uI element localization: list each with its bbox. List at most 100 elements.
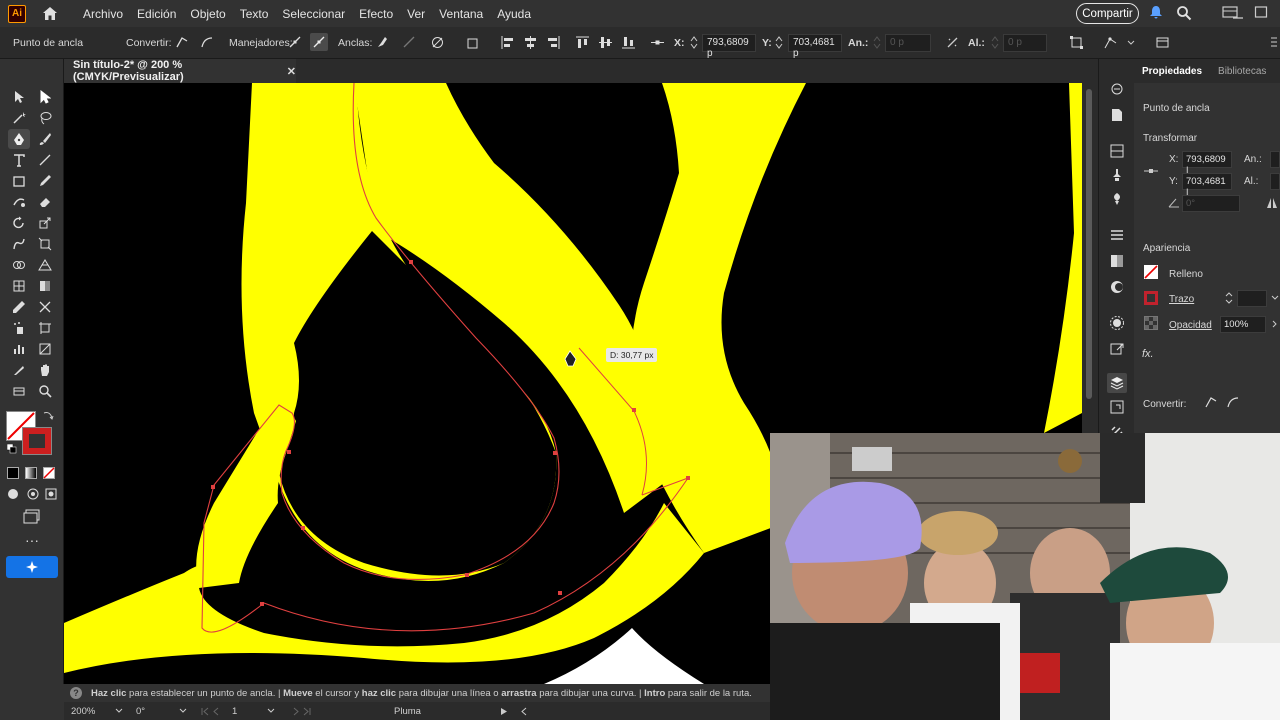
chevron-down-icon[interactable] — [178, 706, 188, 716]
gradient-mode-icon[interactable] — [25, 467, 37, 479]
knife-tool-icon[interactable] — [8, 360, 30, 380]
artboard-tool-icon[interactable] — [34, 318, 56, 338]
opacity-label[interactable]: Opacidad — [1169, 320, 1212, 331]
align-left-icon[interactable] — [500, 35, 515, 50]
menu-archivo[interactable]: Archivo — [76, 7, 130, 21]
color-panel-icon[interactable] — [1109, 279, 1125, 295]
w-field[interactable]: 0 p — [885, 34, 931, 52]
stroke-label[interactable]: Trazo — [1169, 294, 1194, 305]
stroke-swatch[interactable] — [22, 427, 52, 455]
stroke-swatch-panel[interactable] — [1144, 291, 1158, 305]
menu-objeto[interactable]: Objeto — [183, 7, 232, 21]
export-icon[interactable] — [1109, 341, 1125, 357]
y-field[interactable]: 703,4681 p — [788, 34, 842, 59]
chevron-down-icon[interactable] — [266, 706, 276, 716]
chevron-down-icon[interactable] — [1270, 293, 1280, 303]
artboard-next-icon[interactable] — [282, 707, 312, 716]
x-stepper-icon[interactable] — [689, 35, 699, 50]
draw-behind-icon[interactable] — [26, 487, 40, 501]
panel-options-icon[interactable] — [1155, 35, 1170, 50]
rotation-value[interactable]: 0° — [136, 706, 145, 717]
layers-icon[interactable] — [1107, 373, 1127, 393]
stroke-stepper-icon[interactable] — [1224, 291, 1234, 305]
mesh-tool-icon[interactable] — [8, 276, 30, 296]
align-right-icon[interactable] — [546, 35, 561, 50]
direct-selection-tool-icon[interactable] — [34, 87, 56, 107]
document-icon[interactable] — [1109, 107, 1125, 123]
menu-efecto[interactable]: Efecto — [352, 7, 400, 21]
convert-smooth-icon[interactable] — [1226, 395, 1240, 409]
prop-w-field[interactable] — [1270, 151, 1280, 168]
more-options-icon[interactable] — [1268, 35, 1280, 50]
lasso-tool-icon[interactable] — [34, 108, 56, 128]
pen-tool-icon[interactable] — [8, 129, 30, 149]
line-tool-icon[interactable] — [34, 150, 56, 170]
align-panel-icon[interactable] — [1109, 227, 1125, 243]
isolate-icon[interactable] — [466, 35, 481, 50]
fill-none-swatch[interactable] — [1144, 265, 1158, 279]
flip-icon[interactable] — [1266, 197, 1278, 209]
menu-ventana[interactable]: Ventana — [432, 7, 490, 21]
maximize-icon[interactable] — [1254, 5, 1270, 21]
chevron-left-icon[interactable] — [520, 707, 528, 716]
close-icon[interactable]: ✕ — [287, 65, 296, 78]
y-stepper-icon[interactable] — [774, 35, 784, 50]
zoom-tool-icon[interactable] — [34, 381, 56, 401]
selection-tool-icon[interactable] — [8, 87, 30, 107]
x-field[interactable]: 793,6809 p — [702, 34, 756, 59]
bell-icon[interactable] — [1149, 5, 1165, 21]
magic-wand-tool-icon[interactable] — [8, 108, 30, 128]
scale-tool-icon[interactable] — [34, 213, 56, 233]
hide-handles-icon[interactable] — [310, 33, 328, 51]
free-transform-tool-icon[interactable] — [34, 234, 56, 254]
shaper-tool-icon[interactable] — [8, 192, 30, 212]
fx-button[interactable]: fx. — [1142, 348, 1154, 360]
prop-x-field[interactable]: 793,6809 | — [1182, 151, 1232, 176]
document-tab[interactable]: Sin título-2* @ 200 % (CMYK/Previsualiza… — [64, 59, 296, 83]
brush-tool-icon[interactable] — [34, 129, 56, 149]
shape-builder-tool-icon[interactable] — [8, 255, 30, 275]
tab-libraries[interactable]: Bibliotecas — [1210, 66, 1274, 77]
swap-colors-icon[interactable] — [42, 409, 54, 421]
swatches-icon[interactable] — [1109, 143, 1125, 159]
draw-normal-icon[interactable] — [6, 487, 20, 501]
chevron-down-icon[interactable] — [1126, 35, 1136, 50]
reference-point-icon[interactable] — [1143, 165, 1159, 177]
print-tiling-tool-icon[interactable] — [8, 381, 30, 401]
libraries-icon[interactable] — [1109, 81, 1125, 97]
chevron-down-icon[interactable] — [114, 706, 124, 716]
artboard-prev-icon[interactable] — [200, 707, 230, 716]
connect-anchor-icon[interactable] — [402, 35, 417, 50]
artboard-number[interactable]: 1 — [232, 706, 237, 717]
perspective-grid-tool-icon[interactable] — [34, 255, 56, 275]
none-mode-icon[interactable] — [43, 467, 55, 479]
convert-corner-icon[interactable] — [175, 35, 190, 50]
angle-field[interactable]: 0° — [1182, 195, 1240, 212]
menu-texto[interactable]: Texto — [233, 7, 276, 21]
stroke-weight-field[interactable] — [1237, 290, 1267, 307]
menu-seleccionar[interactable]: Seleccionar — [275, 7, 352, 21]
show-handles-icon[interactable] — [288, 35, 303, 50]
symbols-icon[interactable] — [1109, 191, 1125, 207]
align-center-icon[interactable] — [523, 35, 538, 50]
zoom-level[interactable]: 200% — [71, 706, 95, 717]
puppet-warp-icon[interactable] — [1103, 35, 1118, 50]
align-bottom-icon[interactable] — [621, 35, 636, 50]
convert-corner-icon[interactable] — [1204, 395, 1218, 409]
rectangle-tool-icon[interactable] — [8, 171, 30, 191]
scrollbar-thumb[interactable] — [1086, 89, 1092, 399]
more-tools-icon[interactable]: ··· — [22, 533, 42, 547]
warp-tool-icon[interactable] — [8, 234, 30, 254]
prop-h-field[interactable] — [1270, 173, 1280, 190]
remove-anchor-icon[interactable] — [375, 35, 390, 50]
gradient-tool-icon[interactable] — [34, 276, 56, 296]
reference-point-icon[interactable] — [650, 35, 665, 50]
transform-icon[interactable] — [1069, 35, 1084, 50]
symbol-sprayer-tool-icon[interactable] — [8, 318, 30, 338]
color-mode-icon[interactable] — [7, 467, 19, 479]
play-icon[interactable] — [500, 707, 508, 716]
hand-tool-icon[interactable] — [34, 360, 56, 380]
share-button[interactable]: Compartir — [1076, 3, 1139, 24]
slice-tool-icon[interactable] — [34, 339, 56, 359]
align-middle-icon[interactable] — [598, 35, 613, 50]
